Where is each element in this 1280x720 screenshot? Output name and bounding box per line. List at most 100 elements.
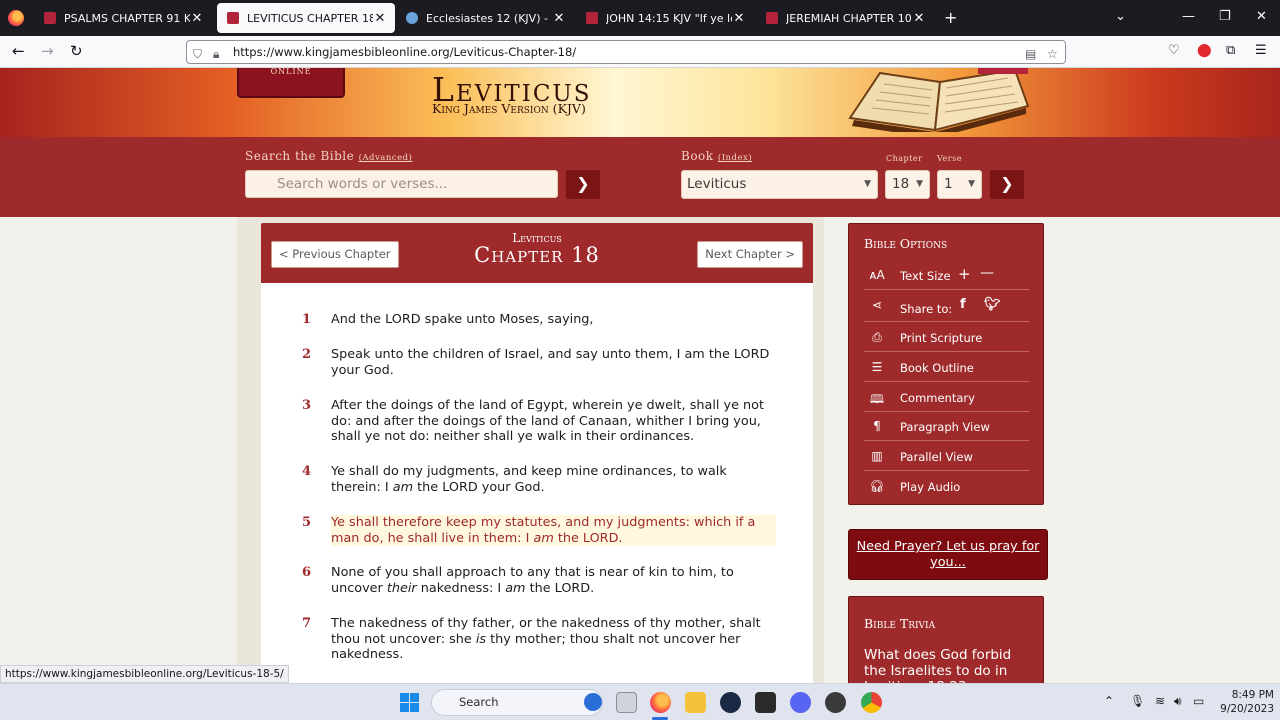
restore-icon[interactable]: ❐: [1219, 9, 1231, 24]
clock-time: 8:49 PM: [1231, 689, 1274, 701]
file-explorer-icon[interactable]: [685, 692, 706, 713]
tab-title: JOHN 14:15 KJV "If ye love me,: [606, 11, 732, 25]
list-icon: ☰: [871, 360, 883, 374]
wifi-icon[interactable]: ≋: [1155, 694, 1165, 708]
decrease-text-size-button[interactable]: —: [980, 265, 994, 281]
book-go-button[interactable]: ❯: [990, 170, 1024, 199]
search-go-button[interactable]: ❯: [566, 170, 600, 199]
verse-select[interactable]: 1 ▼: [937, 170, 982, 199]
paragraph-icon: ¶: [873, 419, 881, 433]
epic-games-icon[interactable]: [755, 692, 776, 713]
url-bar[interactable]: ⛉ 🔒︎ https://www.kingjamesbibleonline.or…: [186, 40, 1066, 64]
commentary-option[interactable]: 🕮 Commentary: [864, 383, 1029, 412]
verse-select-value: 1: [944, 176, 953, 192]
shield-icon[interactable]: ⛉: [193, 43, 202, 65]
chevron-right-icon: ❯: [1000, 174, 1014, 193]
parallel-label: Parallel View: [900, 450, 973, 464]
battery-icon[interactable]: ▭: [1193, 694, 1204, 708]
tab-ecclesiastes-12[interactable]: Ecclesiastes 12 (KJV) - Rememb ✕: [396, 3, 574, 33]
extension-red-icon[interactable]: ⬤: [1197, 43, 1212, 58]
close-tab-icon[interactable]: ✕: [373, 11, 387, 26]
tab-jeremiah-10[interactable]: JEREMIAH CHAPTER 10 KJV ✕: [756, 3, 934, 33]
tab-john-14-15[interactable]: JOHN 14:15 KJV "If ye love me, ✕: [576, 3, 754, 33]
new-tab-icon[interactable]: +: [944, 8, 957, 27]
print-scripture-option[interactable]: ⎙ Print Scripture: [864, 323, 1029, 352]
search-label-text: Search the Bible: [245, 149, 355, 163]
verse-label: Verse: [937, 154, 962, 163]
pocket-icon[interactable]: ♡: [1168, 43, 1180, 58]
lock-icon[interactable]: 🔒︎: [213, 43, 219, 65]
verse-number[interactable]: 6: [302, 565, 311, 580]
firefox-icon[interactable]: [650, 692, 671, 713]
book-outline-option[interactable]: ☰ Book Outline: [864, 353, 1029, 382]
minimize-icon[interactable]: —: [1182, 9, 1195, 24]
reader-view-icon[interactable]: ▤: [1025, 43, 1036, 65]
close-tab-icon[interactable]: ✕: [732, 11, 746, 26]
taskbar-search-box[interactable]: Search: [431, 689, 603, 716]
steam-icon[interactable]: [720, 692, 741, 713]
tab-leviticus-18[interactable]: LEVITICUS CHAPTER 18 KJV ✕: [217, 3, 395, 33]
prayer-request-link[interactable]: Need Prayer? Let us pray for you...: [848, 529, 1048, 580]
extensions-puzzle-icon[interactable]: ⧉: [1226, 43, 1235, 58]
trivia-question[interactable]: What does God forbid the Israelites to d…: [864, 647, 1034, 685]
browser-nav-bar: ← → ↻ ⛉ 🔒︎ https://www.kingjamesbibleonl…: [0, 36, 1280, 68]
verse-number[interactable]: 7: [302, 616, 311, 631]
firefox-menu-icon[interactable]: [8, 10, 24, 26]
verse-number[interactable]: 5: [302, 515, 311, 530]
book-label-text: Book: [681, 149, 714, 163]
close-tab-icon[interactable]: ✕: [912, 11, 926, 26]
windows-taskbar: 🔍︎ Search ⌃ 🎙︎ ≋ 🔊︎ ▭ 8:49 PM 9/20/2023: [0, 683, 1280, 720]
clock-date: 9/20/2023: [1220, 703, 1274, 715]
site-favicon-icon: [406, 12, 418, 24]
book-index-link[interactable]: (Index): [718, 153, 752, 163]
book-select[interactable]: Leviticus ▼: [681, 170, 878, 199]
verse-text: And the LORD spake unto Moses, saying,: [331, 312, 594, 327]
close-tab-icon[interactable]: ✕: [552, 11, 566, 26]
tab-title: Ecclesiastes 12 (KJV) - Rememb: [426, 11, 552, 25]
twitter-icon[interactable]: 🐦︎: [984, 297, 1001, 312]
app-icon[interactable]: [825, 692, 846, 713]
tab-psalms-91[interactable]: PSALMS CHAPTER 91 KJV ✕: [34, 3, 212, 33]
search-input[interactable]: Search words or verses...: [245, 170, 558, 198]
chevron-down-icon: ▼: [864, 179, 871, 189]
book-label: Book (Index): [681, 149, 752, 163]
text-size-icon: ᴀA: [869, 268, 885, 282]
task-view-icon[interactable]: [616, 692, 637, 713]
reload-icon[interactable]: ↻: [70, 42, 83, 60]
verse-number[interactable]: 3: [302, 398, 311, 413]
chevron-down-icon: ▼: [968, 179, 975, 189]
chrome-icon[interactable]: [861, 692, 882, 713]
site-logo[interactable]: ONLINE: [237, 68, 345, 98]
discord-icon[interactable]: [790, 692, 811, 713]
verse-text: Ye shall therefore keep my statutes, and…: [331, 515, 776, 546]
parallel-view-option[interactable]: ▥ Parallel View: [864, 442, 1029, 471]
bookmark-star-icon[interactable]: ☆: [1047, 43, 1058, 65]
paragraph-view-option[interactable]: ¶ Paragraph View: [864, 412, 1029, 441]
increase-text-size-button[interactable]: +: [958, 265, 971, 283]
back-arrow-icon[interactable]: ←: [12, 42, 25, 60]
microphone-icon[interactable]: 🎙︎: [1130, 694, 1145, 708]
show-hidden-icons-chevron-up-icon[interactable]: ⌃: [1104, 694, 1114, 708]
play-audio-option[interactable]: 🎧︎ Play Audio: [864, 472, 1029, 501]
verse-list: 1 And the LORD spake unto Moses, saying,…: [261, 283, 813, 683]
volume-icon[interactable]: 🔊︎: [1174, 694, 1182, 709]
verse-number[interactable]: 1: [302, 312, 311, 327]
chevron-right-icon: ❯: [576, 174, 590, 193]
bing-icon[interactable]: [584, 693, 602, 711]
next-chapter-button[interactable]: Next Chapter >: [697, 241, 803, 268]
verse-number[interactable]: 4: [302, 464, 311, 479]
menu-hamburger-icon[interactable]: ☰: [1255, 43, 1267, 58]
close-window-icon[interactable]: ✕: [1256, 9, 1267, 24]
verse-number[interactable]: 2: [302, 347, 311, 362]
list-tabs-chevron-down-icon[interactable]: ⌄: [1115, 9, 1126, 24]
chapter-select[interactable]: 18 ▼: [885, 170, 930, 199]
advanced-search-link[interactable]: (Advanced): [359, 153, 413, 163]
system-clock[interactable]: 8:49 PM 9/20/2023: [1212, 688, 1274, 716]
forward-arrow-icon[interactable]: →: [41, 42, 54, 60]
close-tab-icon[interactable]: ✕: [190, 11, 204, 26]
url-text[interactable]: https://www.kingjamesbibleonline.org/Lev…: [233, 45, 576, 59]
share-icon: ⋖: [871, 298, 883, 312]
facebook-icon[interactable]: f: [960, 297, 966, 312]
version-subtitle: King James Version (KJV): [432, 101, 586, 116]
windows-start-icon[interactable]: [400, 693, 419, 712]
